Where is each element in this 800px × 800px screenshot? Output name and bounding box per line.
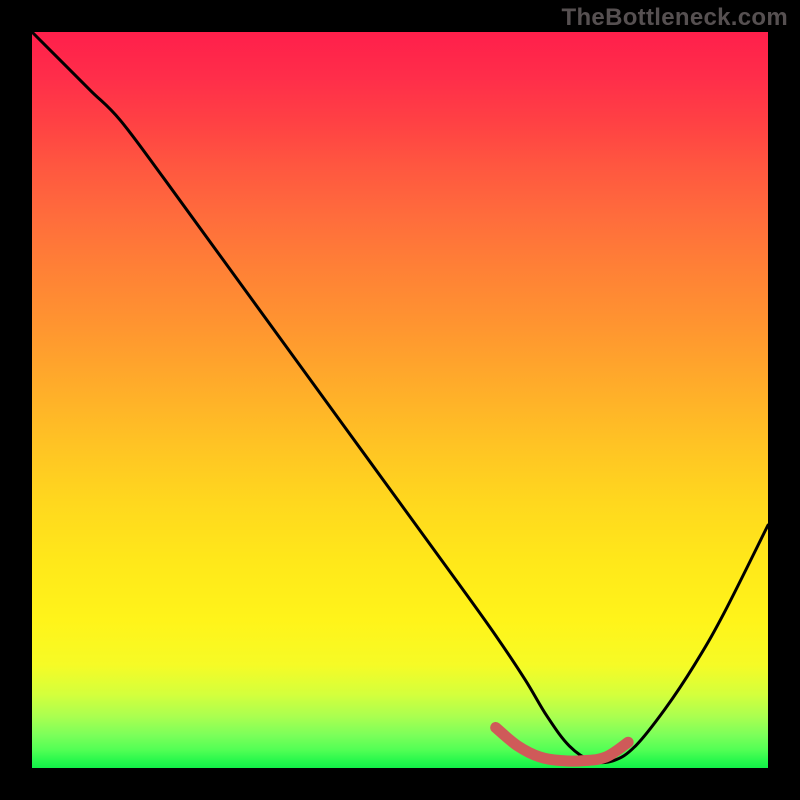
main-curve (32, 32, 768, 763)
watermark-text: TheBottleneck.com (562, 4, 788, 32)
highlight-curve (496, 728, 628, 762)
curve-svg (32, 32, 768, 768)
plot-area (32, 32, 768, 768)
chart-container: TheBottleneck.com (0, 0, 800, 800)
